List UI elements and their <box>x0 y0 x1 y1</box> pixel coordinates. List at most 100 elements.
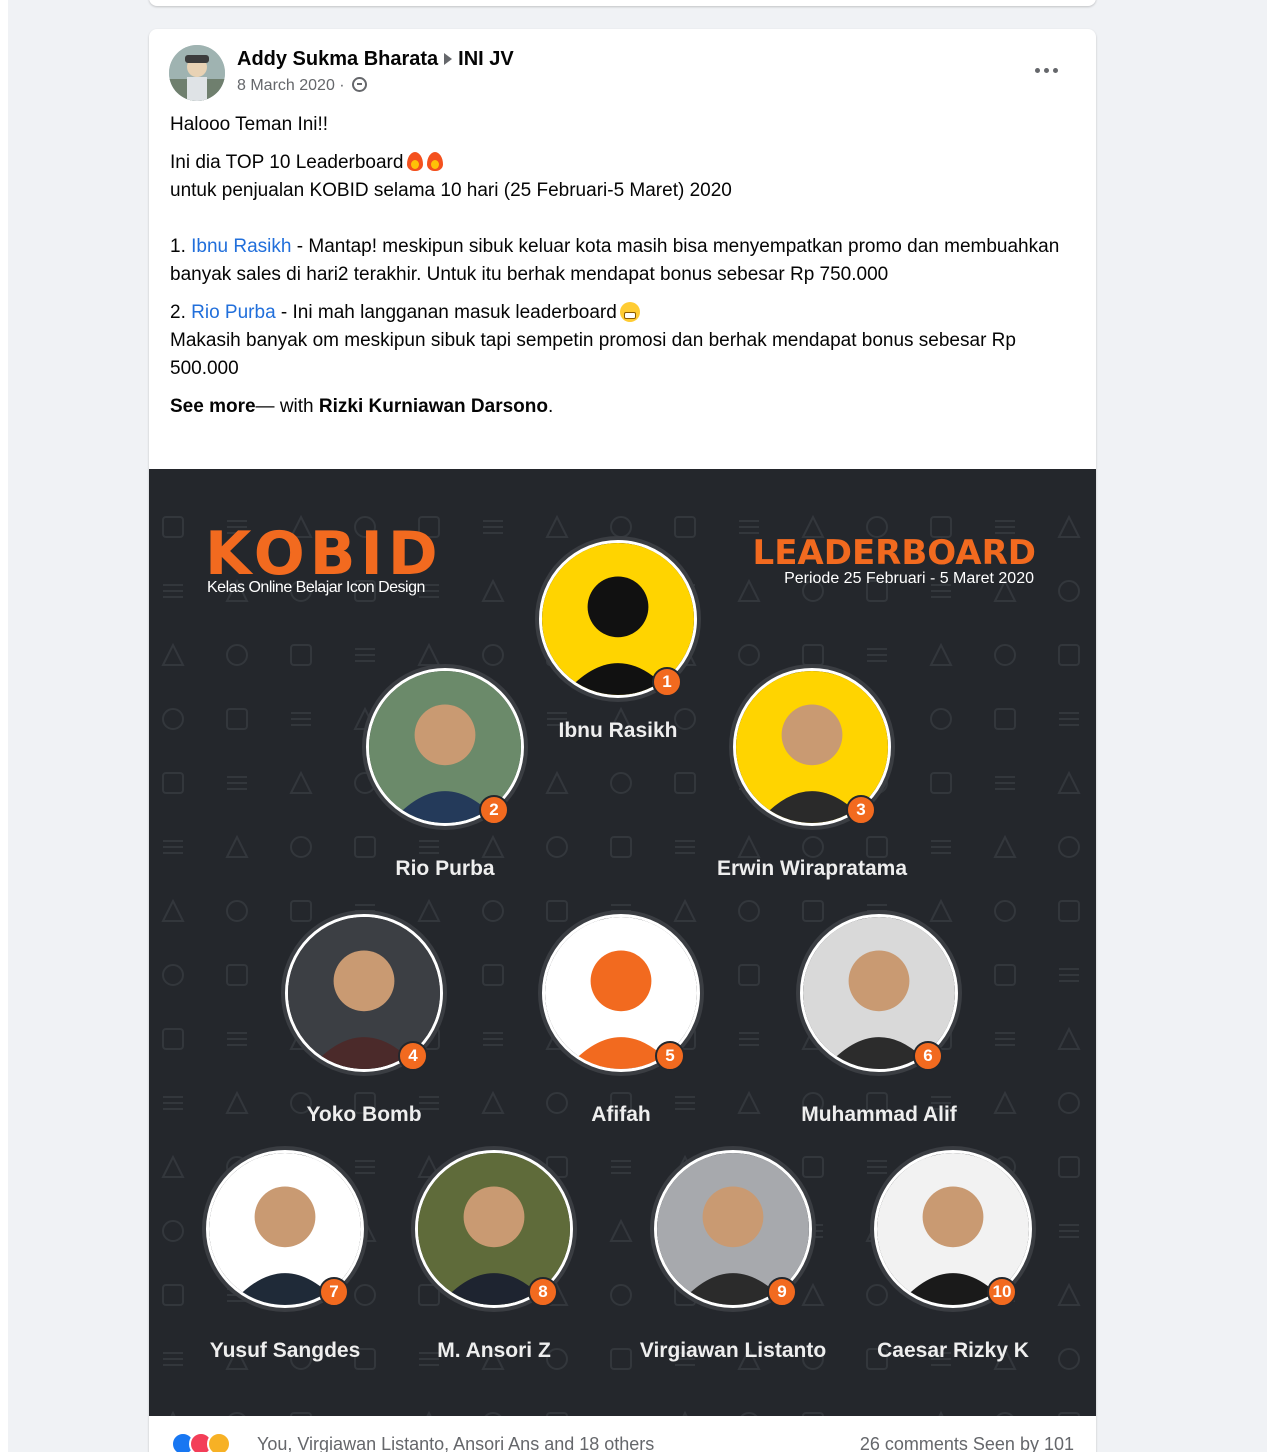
pattern-icon <box>482 964 504 986</box>
reaction-summary[interactable]: You, Virgiawan Listanto, Ansori Ans and … <box>257 1434 654 1452</box>
reaction-icons[interactable] <box>171 1432 251 1452</box>
pattern-icon <box>546 900 568 922</box>
previous-post-card <box>149 0 1096 6</box>
pattern-icon <box>609 1218 633 1242</box>
member-name: Rio Purba <box>395 857 495 880</box>
avatar-photo <box>169 45 225 101</box>
pattern-icon <box>1057 1026 1081 1050</box>
more-options-button[interactable] <box>1026 55 1066 85</box>
member-name: Caesar Rizky K <box>877 1339 1029 1362</box>
pattern-icon <box>1058 580 1080 602</box>
pattern-icon <box>355 1160 375 1174</box>
pattern-icon <box>162 964 184 986</box>
pattern-icon <box>995 520 1015 534</box>
rank-badge: 4 <box>398 1041 428 1071</box>
post-header: Addy Sukma Bharata INI JV 8 March 2020 · <box>169 45 1076 103</box>
pattern-icon <box>993 834 1017 858</box>
pattern-icon <box>931 840 951 854</box>
author-line: Addy Sukma Bharata INI JV <box>237 48 514 71</box>
pattern-icon <box>737 578 761 602</box>
pattern-icon <box>227 776 247 790</box>
author-name[interactable]: Addy Sukma Bharata <box>237 48 438 70</box>
pattern-icon <box>995 1032 1015 1046</box>
fire-emoji-icon <box>407 152 424 171</box>
member-name: Yoko Bomb <box>306 1103 422 1126</box>
leader-item-1: 1. Ibnu Rasikh - Mantap! meskipun sibuk … <box>170 233 1075 289</box>
pattern-icon <box>482 900 504 922</box>
pattern-icon <box>163 584 183 598</box>
pattern-icon <box>610 836 632 858</box>
pattern-icon <box>162 516 184 538</box>
pattern-icon <box>163 1096 183 1110</box>
pattern-icon <box>161 642 185 666</box>
pattern-icon <box>483 1032 503 1046</box>
pattern-icon <box>417 898 441 922</box>
rank-badge: 1 <box>652 667 682 697</box>
pattern-icon <box>290 900 312 922</box>
pattern-icon <box>291 712 311 726</box>
pattern-icon <box>802 900 824 922</box>
post-date[interactable]: 8 March 2020 <box>237 77 335 94</box>
page-left-edge <box>0 0 8 1452</box>
leaderboard-period: Periode 25 Februari - 5 Maret 2020 <box>784 570 1034 587</box>
pattern-icon <box>354 836 376 858</box>
pattern-icon <box>545 514 569 538</box>
pattern-icon <box>867 648 887 662</box>
pattern-icon <box>226 708 248 730</box>
pattern-icon <box>483 520 503 534</box>
pattern-icon <box>290 644 312 666</box>
pattern-icon <box>802 836 824 858</box>
rank-badge: 8 <box>528 1277 558 1307</box>
leaderboard-image[interactable]: KOBID Kelas Online Belajar Icon Design L… <box>149 469 1096 1416</box>
share-arrow-icon <box>444 53 453 66</box>
rank-badge: 2 <box>479 795 509 825</box>
post-body: Halooo Teman Ini!! Ini dia TOP 10 Leader… <box>170 111 1075 431</box>
leader-item-2: 2. Rio Purba - Ini mah langganan masuk l… <box>170 299 1075 383</box>
pattern-icon <box>739 1032 759 1046</box>
pattern-icon <box>417 642 441 666</box>
member-name: M. Ansori Z <box>437 1339 551 1362</box>
globe-icon <box>352 77 368 92</box>
feed-post: Addy Sukma Bharata INI JV 8 March 2020 · … <box>149 29 1096 1452</box>
pattern-icon <box>738 644 760 666</box>
pattern-icon <box>1058 900 1080 922</box>
pattern-icon <box>674 772 696 794</box>
pattern-icon <box>930 708 952 730</box>
member-name: Afifah <box>591 1103 651 1126</box>
pattern-icon <box>929 898 953 922</box>
pattern-icon <box>226 964 248 986</box>
intro-paragraph: Ini dia TOP 10 Leaderboard untuk penjual… <box>170 149 1075 205</box>
pattern-icon <box>674 516 696 538</box>
rank-badge: 6 <box>913 1041 943 1071</box>
rank-badge: 5 <box>655 1041 685 1071</box>
pattern-icon <box>161 898 185 922</box>
post-stats[interactable]: 26 comments Seen by 101 <box>860 1434 1074 1452</box>
author-avatar[interactable] <box>169 45 225 101</box>
mention-rio-purba[interactable]: Rio Purba <box>191 302 276 323</box>
group-name[interactable]: INI JV <box>458 48 514 70</box>
pattern-icon <box>545 770 569 794</box>
pattern-icon <box>227 1032 247 1046</box>
pattern-icon <box>162 1220 184 1242</box>
pattern-icon <box>802 1156 824 1178</box>
mention-ibnu-rasikh[interactable]: Ibnu Rasikh <box>191 236 291 257</box>
pattern-icon <box>419 840 439 854</box>
rank-badge: 7 <box>319 1277 349 1307</box>
see-more-link[interactable]: See more <box>170 396 256 417</box>
pattern-icon <box>1057 514 1081 538</box>
tagged-person[interactable]: Rizki Kurniawan Darsono <box>319 396 548 417</box>
pattern-icon <box>610 516 632 538</box>
pattern-icon <box>1058 1092 1080 1114</box>
pattern-icon <box>610 772 632 794</box>
reactions-bar: You, Virgiawan Listanto, Ansori Ans and … <box>149 1416 1096 1452</box>
item-text: - Ini mah langganan masuk leaderboard <box>275 302 617 323</box>
item-text: - Mantap! meskipun sibuk keluar kota mas… <box>170 236 1060 285</box>
fire-emoji-icon <box>427 152 444 171</box>
item-number: 1. <box>170 236 186 257</box>
pattern-icon <box>739 520 759 534</box>
more-horizontal-icon <box>1034 67 1040 73</box>
rank-badge: 3 <box>846 795 876 825</box>
pattern-icon <box>1059 968 1079 982</box>
pattern-icon <box>929 642 953 666</box>
with-text: — with <box>255 396 319 417</box>
